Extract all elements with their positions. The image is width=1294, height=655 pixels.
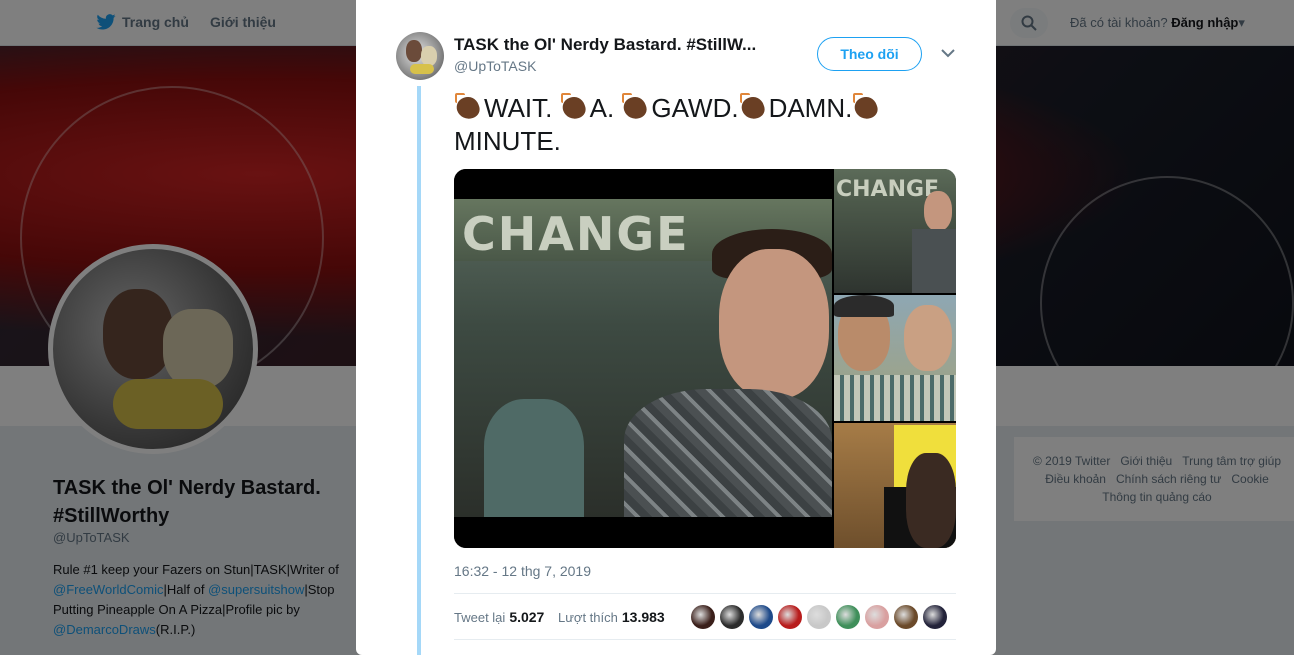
tweet-stats: Tweet lại 5.027 Lượt thích 13.983 bbox=[454, 593, 956, 640]
media-image-2[interactable]: CHANGE bbox=[834, 169, 956, 293]
liker-avatar[interactable] bbox=[749, 605, 773, 629]
clapping-hands-icon bbox=[454, 93, 484, 121]
tweet-author-name[interactable]: TASK the Ol' Nerdy Bastard. #StillW... bbox=[454, 35, 784, 55]
person-cap bbox=[834, 295, 894, 317]
tweet-word: WAIT. bbox=[484, 93, 553, 123]
media-image-3[interactable] bbox=[834, 295, 956, 421]
avatar-gauntlet bbox=[410, 64, 434, 74]
actor-shirt bbox=[912, 229, 956, 293]
liker-avatar[interactable] bbox=[923, 605, 947, 629]
background-person bbox=[484, 399, 584, 517]
tweet-word: GAWD. bbox=[651, 93, 739, 123]
tweet-word: DAMN. bbox=[768, 93, 853, 123]
tweet-author-handle[interactable]: @UpToTASK bbox=[454, 58, 536, 74]
liker-avatar[interactable] bbox=[836, 605, 860, 629]
thread-line bbox=[417, 86, 421, 655]
like-count: 13.983 bbox=[621, 609, 665, 625]
clapping-hands-icon bbox=[621, 93, 651, 121]
tweet-author-avatar[interactable] bbox=[396, 32, 444, 80]
tweet-word: A. bbox=[589, 93, 615, 123]
tweet-media-grid: CHANGE CHANGE bbox=[454, 169, 956, 548]
station-sign-text: CHANGE bbox=[836, 177, 940, 202]
actor-shirt bbox=[624, 389, 832, 517]
person-shirt bbox=[834, 375, 956, 421]
actor-face bbox=[719, 249, 829, 399]
clapping-hands-icon bbox=[852, 93, 882, 121]
actor-face bbox=[924, 191, 952, 231]
tweet-timestamp[interactable]: 16:32 - 12 thg 7, 2019 bbox=[454, 563, 591, 579]
tweet-modal: TASK the Ol' Nerdy Bastard. #StillW... @… bbox=[356, 0, 996, 655]
person-face bbox=[906, 453, 956, 548]
liker-avatar[interactable] bbox=[865, 605, 889, 629]
liker-avatar[interactable] bbox=[778, 605, 802, 629]
liker-avatar[interactable] bbox=[807, 605, 831, 629]
retweet-count: 5.027 bbox=[509, 609, 545, 625]
liker-avatar[interactable] bbox=[691, 605, 715, 629]
liker-avatar[interactable] bbox=[720, 605, 744, 629]
chevron-down-icon[interactable] bbox=[941, 48, 955, 58]
like-stat[interactable]: Lượt thích 13.983 bbox=[558, 609, 665, 625]
retweet-label: Tweet lại bbox=[454, 610, 506, 625]
avatar-skull bbox=[421, 46, 437, 66]
clapping-hands-icon bbox=[560, 93, 590, 121]
retweet-stat[interactable]: Tweet lại 5.027 bbox=[454, 609, 544, 625]
media-image-4[interactable] bbox=[834, 423, 956, 548]
media-image-main[interactable]: CHANGE bbox=[454, 169, 832, 548]
tweet-word: MINUTE. bbox=[454, 126, 561, 156]
follow-button[interactable]: Theo dõi bbox=[817, 37, 922, 71]
person-face bbox=[904, 305, 952, 371]
station-sign-text: CHANGE bbox=[462, 207, 690, 261]
liker-avatar[interactable] bbox=[894, 605, 918, 629]
liker-avatars bbox=[691, 605, 947, 629]
clapping-hands-icon bbox=[739, 93, 769, 121]
avatar-face bbox=[406, 40, 422, 62]
like-label: Lượt thích bbox=[558, 610, 618, 625]
tweet-text: WAIT. A. GAWD. DAMN. MINUTE. bbox=[454, 92, 954, 158]
